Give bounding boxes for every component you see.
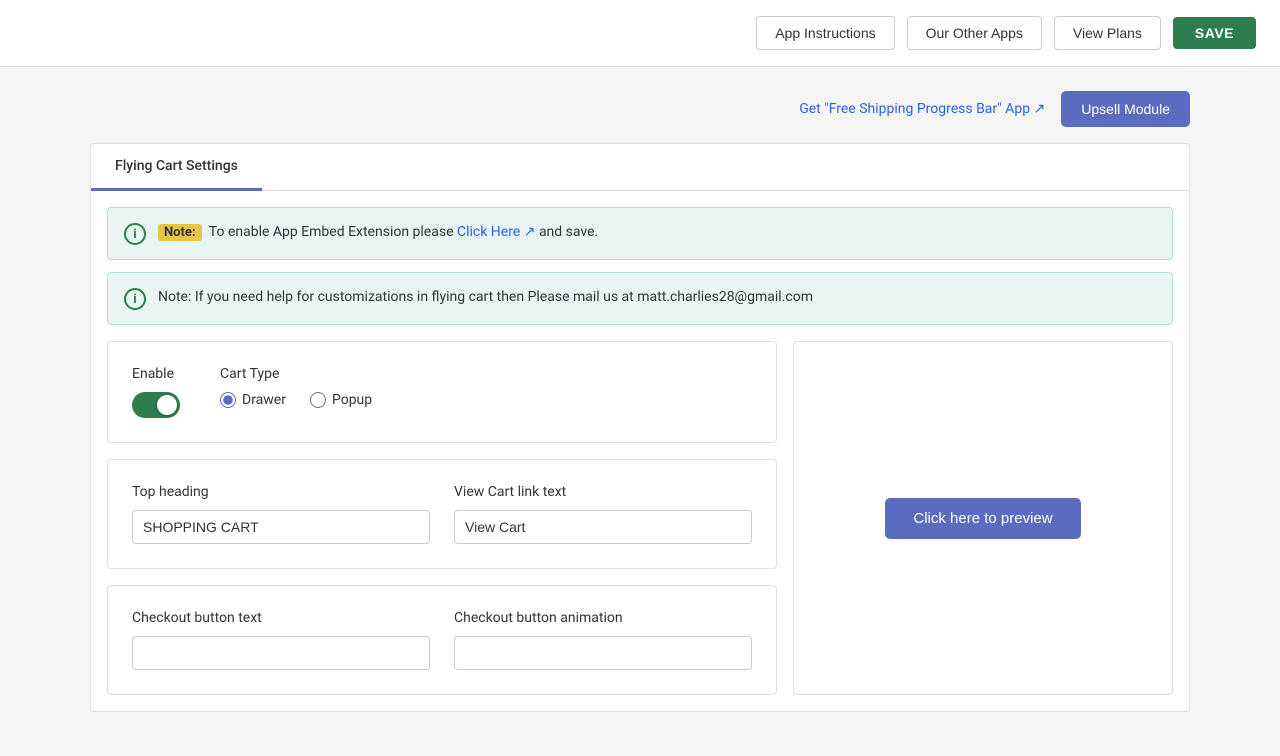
notices-section: i Note: To enable App Embed Extension pl… bbox=[91, 191, 1189, 341]
free-shipping-link[interactable]: Get "Free Shipping Progress Bar" App ↗ bbox=[799, 101, 1045, 117]
preview-button[interactable]: Click here to preview bbox=[885, 498, 1080, 539]
tab-flying-cart-settings[interactable]: Flying Cart Settings bbox=[91, 144, 262, 191]
cart-type-section: Cart Type Drawer Popup bbox=[220, 366, 372, 408]
enable-toggle[interactable] bbox=[132, 392, 180, 418]
info-icon-2: i bbox=[124, 288, 146, 310]
checkout-grid: Checkout button text Checkout button ani… bbox=[132, 610, 752, 670]
toggle-container bbox=[132, 392, 180, 418]
top-heading-section: Top heading bbox=[132, 484, 430, 544]
left-column: Enable Cart Type bbox=[107, 341, 777, 695]
drawer-radio[interactable] bbox=[220, 392, 236, 408]
app-instructions-button[interactable]: App Instructions bbox=[756, 16, 894, 50]
embed-notice-text: Note: To enable App Embed Extension plea… bbox=[158, 222, 598, 243]
popup-radio[interactable] bbox=[310, 392, 326, 408]
heading-viewcart-grid: Top heading View Cart link text bbox=[132, 484, 752, 544]
main-grid: Enable Cart Type bbox=[91, 341, 1189, 711]
info-icon-1: i bbox=[124, 223, 146, 245]
tab-bar: Flying Cart Settings bbox=[91, 144, 1189, 191]
popup-option[interactable]: Popup bbox=[310, 392, 372, 408]
view-cart-label: View Cart link text bbox=[454, 484, 752, 500]
view-cart-input[interactable] bbox=[454, 510, 752, 544]
help-notice-text: Note: If you need help for customization… bbox=[158, 287, 813, 308]
save-button[interactable]: SAVE bbox=[1173, 17, 1256, 49]
tab-panel: Flying Cart Settings i Note: To enable A… bbox=[90, 143, 1190, 712]
embed-notice: i Note: To enable App Embed Extension pl… bbox=[107, 207, 1173, 260]
embed-notice-before: To enable App Embed Extension please bbox=[209, 224, 457, 240]
top-links: Get "Free Shipping Progress Bar" App ↗ U… bbox=[90, 91, 1190, 127]
checkout-button-text-section: Checkout button text bbox=[132, 610, 430, 670]
checkout-button-animation-label: Checkout button animation bbox=[454, 610, 752, 626]
click-here-link[interactable]: Click Here ↗ bbox=[457, 222, 535, 243]
checkout-card: Checkout button text Checkout button ani… bbox=[107, 585, 777, 695]
cart-type-radio-group: Drawer Popup bbox=[220, 392, 372, 408]
checkout-button-animation-input[interactable] bbox=[454, 636, 752, 670]
preview-card: Click here to preview bbox=[793, 341, 1173, 695]
top-heading-input[interactable] bbox=[132, 510, 430, 544]
cart-type-label: Cart Type bbox=[220, 366, 372, 382]
popup-label: Popup bbox=[332, 392, 372, 408]
help-notice: i Note: If you need help for customizati… bbox=[107, 272, 1173, 325]
embed-notice-after: and save. bbox=[539, 224, 598, 240]
note-badge-1: Note: bbox=[158, 224, 202, 241]
enable-label: Enable bbox=[132, 366, 180, 382]
heading-viewcart-card: Top heading View Cart link text bbox=[107, 459, 777, 569]
drawer-label: Drawer bbox=[242, 392, 286, 408]
enable-cart-type-card: Enable Cart Type bbox=[107, 341, 777, 443]
upsell-module-button[interactable]: Upsell Module bbox=[1061, 91, 1190, 127]
checkout-button-text-label: Checkout button text bbox=[132, 610, 430, 626]
header: App Instructions Our Other Apps View Pla… bbox=[0, 0, 1280, 67]
checkout-button-animation-section: Checkout button animation bbox=[454, 610, 752, 670]
other-apps-button[interactable]: Our Other Apps bbox=[907, 16, 1042, 50]
drawer-option[interactable]: Drawer bbox=[220, 392, 286, 408]
enable-section: Enable bbox=[132, 366, 180, 418]
checkout-button-text-input[interactable] bbox=[132, 636, 430, 670]
view-cart-section: View Cart link text bbox=[454, 484, 752, 544]
main-content: Get "Free Shipping Progress Bar" App ↗ U… bbox=[50, 67, 1230, 756]
top-heading-label: Top heading bbox=[132, 484, 430, 500]
view-plans-button[interactable]: View Plans bbox=[1054, 16, 1161, 50]
